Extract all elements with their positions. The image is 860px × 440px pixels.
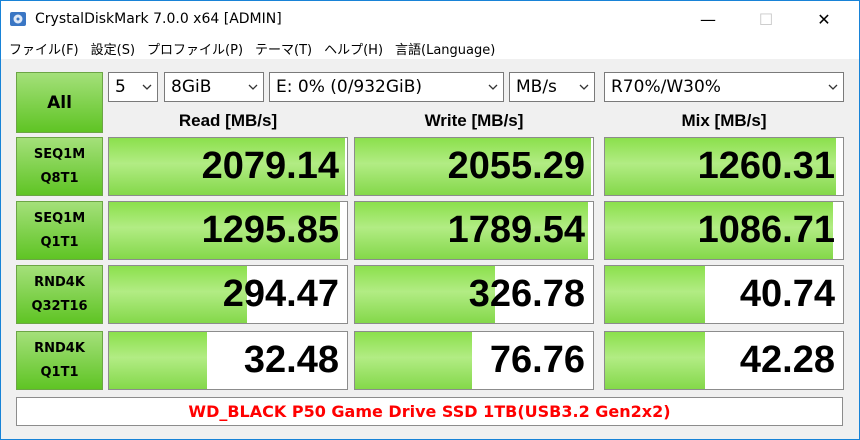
write-cell: 2055.29 [354, 137, 594, 196]
drive-select[interactable]: E: 0% (0/932GiB) [269, 72, 504, 102]
write-value: 326.78 [468, 273, 585, 315]
comment-field[interactable]: WD_BLACK P50 Game Drive SSD 1TB(USB3.2 G… [16, 397, 843, 426]
mix-cell: 1086.71 [604, 201, 844, 260]
row-label-line2: Q8T1 [40, 170, 79, 186]
menu-theme[interactable]: テーマ(T) [249, 39, 318, 58]
menu-settings[interactable]: 設定(S) [85, 39, 141, 58]
all-button[interactable]: All [16, 72, 103, 133]
mix-cell: 40.74 [604, 265, 844, 324]
menu-bar: ファイル(F) 設定(S) プロファイル(P) テーマ(T) ヘルプ(H) 言語… [1, 37, 859, 59]
write-bar [355, 332, 472, 389]
read-value: 32.48 [243, 339, 339, 381]
seq1m-q1t1-button[interactable]: SEQ1M Q1T1 [16, 201, 103, 260]
read-value: 1295.85 [201, 209, 339, 251]
row-label-line1: SEQ1M [33, 146, 86, 162]
chevron-down-icon [828, 84, 838, 90]
mix-ratio-value: R70%/W30% [611, 77, 721, 97]
chevron-down-icon [248, 84, 258, 90]
row-label-line1: RND4K [34, 274, 85, 290]
row-label-line2: Q1T1 [40, 234, 79, 250]
minimize-icon: — [700, 9, 716, 29]
minimize-button[interactable]: — [685, 1, 731, 37]
seq1m-q8t1-button[interactable]: SEQ1M Q8T1 [16, 137, 103, 196]
menu-file[interactable]: ファイル(F) [1, 39, 85, 58]
read-cell: 32.48 [108, 331, 348, 390]
read-cell: 294.47 [108, 265, 348, 324]
chevron-down-icon [579, 84, 589, 90]
read-bar [109, 332, 207, 389]
mix-cell: 42.28 [604, 331, 844, 390]
maximize-button[interactable]: ☐ [743, 1, 789, 37]
close-button[interactable]: ✕ [801, 1, 847, 37]
mix-ratio-select[interactable]: R70%/W30% [604, 72, 844, 102]
unit-value: MB/s [516, 77, 557, 97]
test-count-select[interactable]: 5 [108, 72, 158, 102]
row-label-line1: SEQ1M [33, 210, 86, 226]
app-window: CrystalDiskMark 7.0.0 x64 [ADMIN] — ☐ ✕ … [0, 0, 860, 440]
mix-value: 1260.31 [697, 145, 835, 187]
test-count-value: 5 [115, 77, 126, 97]
mix-value: 42.28 [739, 339, 835, 381]
test-size-value: 8GiB [171, 77, 212, 97]
row-label-line2: Q32T16 [31, 298, 88, 314]
unit-select[interactable]: MB/s [509, 72, 595, 102]
mix-value: 1086.71 [697, 209, 835, 251]
read-header: Read [MB/s] [178, 111, 278, 130]
mix-bar [605, 332, 705, 389]
mix-cell: 1260.31 [604, 137, 844, 196]
menu-profile[interactable]: プロファイル(P) [141, 39, 249, 58]
app-disk-icon [10, 12, 26, 26]
maximize-icon: ☐ [758, 9, 774, 29]
window-title: CrystalDiskMark 7.0.0 x64 [ADMIN] [35, 11, 282, 27]
read-value: 2079.14 [201, 145, 339, 187]
drive-value: E: 0% (0/932GiB) [276, 77, 423, 97]
write-value: 76.76 [489, 339, 585, 381]
row-label-line2: Q1T1 [40, 364, 79, 380]
write-value: 2055.29 [447, 145, 585, 187]
read-value: 294.47 [222, 273, 339, 315]
menu-help[interactable]: ヘルプ(H) [318, 39, 389, 58]
mix-value: 40.74 [739, 273, 835, 315]
chevron-down-icon [142, 84, 152, 90]
row-label-line1: RND4K [34, 340, 85, 356]
write-value: 1789.54 [447, 209, 585, 251]
mix-bar [605, 266, 705, 323]
title-bar[interactable]: CrystalDiskMark 7.0.0 x64 [ADMIN] — ☐ ✕ [1, 1, 859, 37]
menu-language[interactable]: 言語(Language) [389, 39, 501, 58]
write-header: Write [MB/s] [424, 111, 524, 130]
all-button-label: All [47, 92, 72, 113]
write-cell: 76.76 [354, 331, 594, 390]
test-size-select[interactable]: 8GiB [164, 72, 264, 102]
comment-text: WD_BLACK P50 Game Drive SSD 1TB(USB3.2 G… [188, 402, 671, 421]
write-cell: 326.78 [354, 265, 594, 324]
read-cell: 2079.14 [108, 137, 348, 196]
mix-header: Mix [MB/s] [681, 111, 767, 130]
rnd4k-q1t1-button[interactable]: RND4K Q1T1 [16, 331, 103, 390]
close-icon: ✕ [817, 9, 831, 29]
write-cell: 1789.54 [354, 201, 594, 260]
rnd4k-q32t16-button[interactable]: RND4K Q32T16 [16, 265, 103, 324]
chevron-down-icon [488, 84, 498, 90]
read-cell: 1295.85 [108, 201, 348, 260]
